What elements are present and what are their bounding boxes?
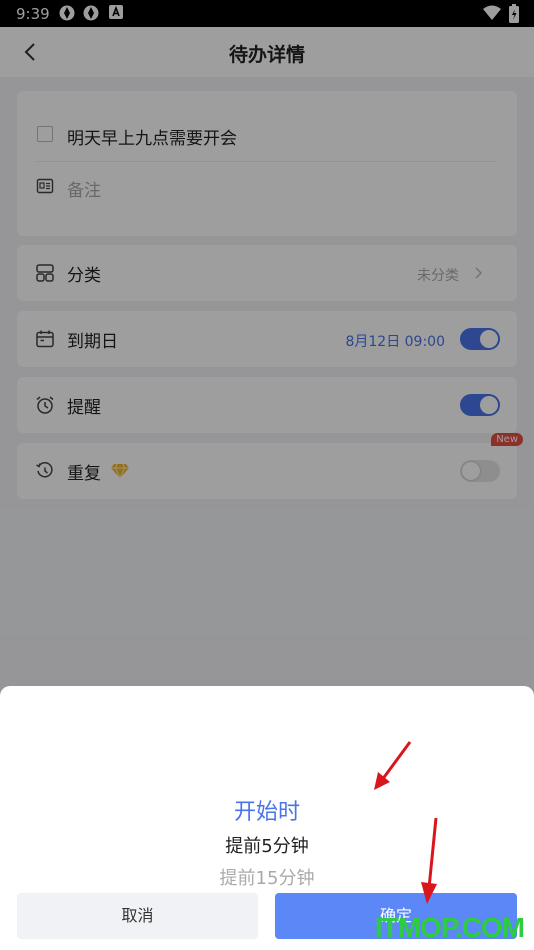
watermark: ITMOP.COM bbox=[374, 912, 525, 943]
annotation-arrow-icon bbox=[374, 741, 412, 790]
annotation-arrow-icon bbox=[421, 817, 438, 904]
picker-option[interactable]: 提前15分钟 bbox=[0, 864, 534, 890]
picker-option[interactable]: 提前5分钟 bbox=[0, 832, 534, 858]
reminder-time-sheet: 开始时 提前5分钟 提前15分钟 取消 确定 bbox=[0, 686, 534, 950]
picker-option-selected[interactable]: 开始时 bbox=[0, 794, 534, 826]
cancel-button[interactable]: 取消 bbox=[17, 893, 258, 939]
